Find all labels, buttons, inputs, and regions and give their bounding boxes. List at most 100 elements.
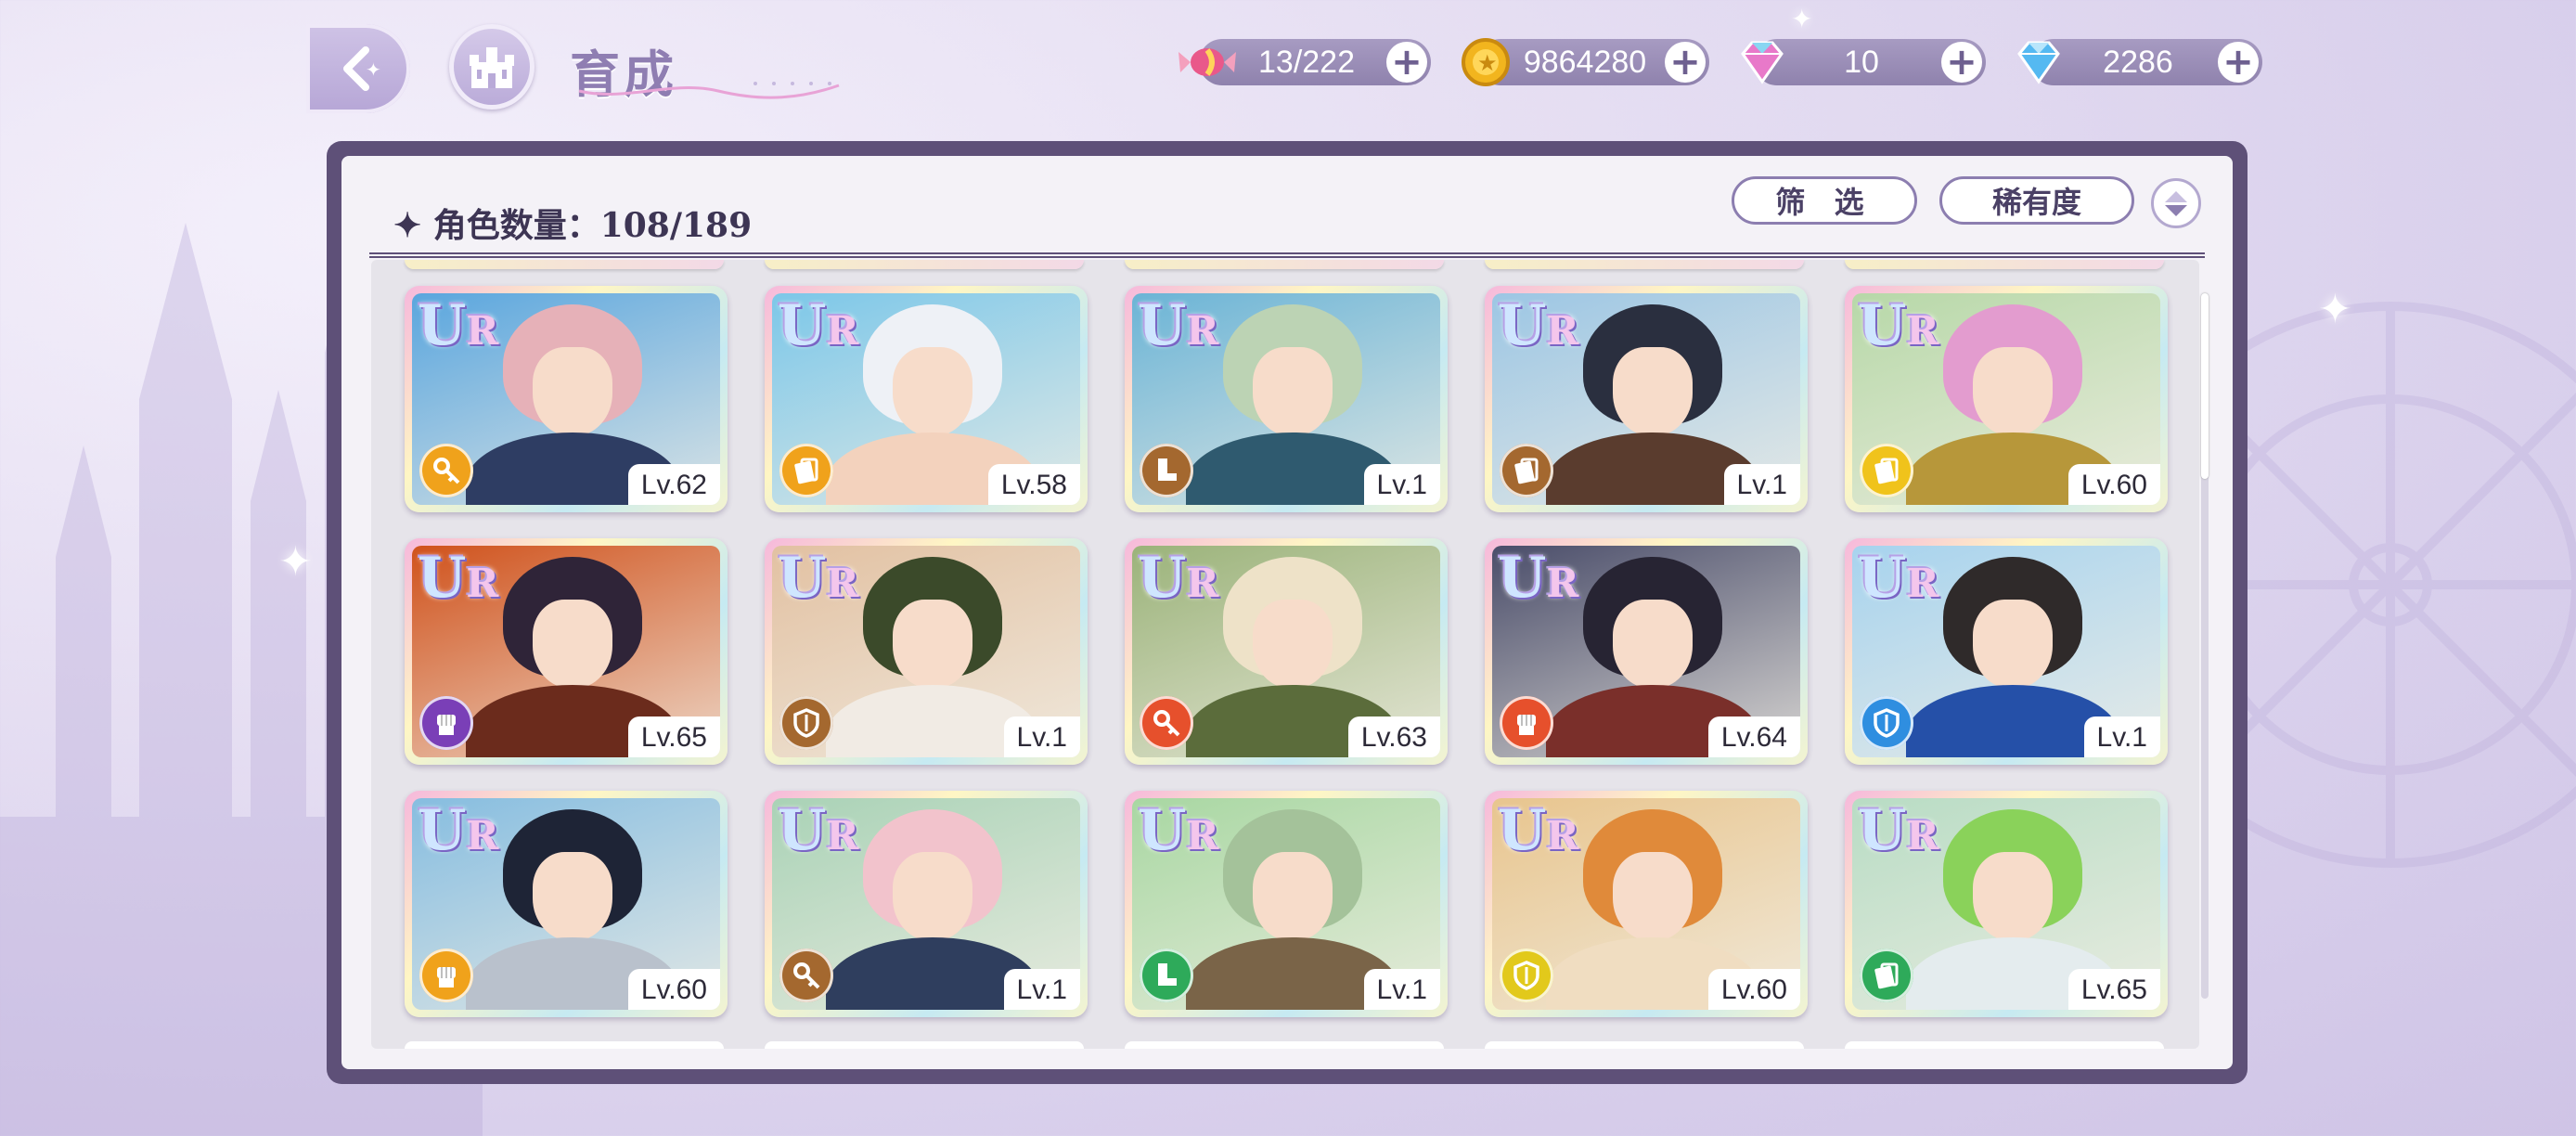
rarity-letter-r: R — [1186, 561, 1219, 606]
partial-card-below — [1485, 1041, 1804, 1049]
rarity-sort-button[interactable]: 稀有度 — [1939, 176, 2134, 225]
character-card[interactable]: UR Lv.58 — [765, 286, 1088, 512]
currency-candy: 13/222 + — [1179, 39, 1431, 85]
rarity-letter-r: R — [1906, 813, 1939, 858]
level-label: Lv.64 — [1707, 716, 1800, 757]
candy-icon — [1179, 48, 1236, 76]
grid-scrollbar[interactable] — [2201, 293, 2209, 999]
portrait-face — [893, 852, 972, 941]
character-card[interactable]: UR Lv.65 — [1845, 791, 2168, 1017]
rarity-letter-r: R — [466, 308, 499, 354]
rarity-badge: UR — [1138, 798, 1218, 863]
level-label: Lv.62 — [627, 464, 720, 505]
character-portrait: UR Lv.1 — [1132, 293, 1440, 505]
character-portrait: UR Lv.65 — [412, 546, 720, 757]
rarity-letter-r: R — [1906, 561, 1939, 606]
rarity-letter-r: R — [1186, 813, 1219, 858]
rarity-letter-u: U — [418, 293, 467, 358]
home-button[interactable] — [449, 24, 535, 110]
portrait-face — [1253, 600, 1333, 689]
sparkle-decoration: ✦ — [278, 538, 313, 586]
character-card[interactable]: UR Lv.1 — [1485, 286, 1808, 512]
blue-gem-icon — [2017, 41, 2060, 84]
partial-card-above — [1125, 260, 1444, 269]
rarity-badge: UR — [1498, 546, 1578, 611]
back-button[interactable]: ✦ — [306, 24, 410, 113]
partial-card-below — [1845, 1041, 2164, 1049]
rarity-letter-r: R — [1186, 308, 1219, 354]
portrait-face — [533, 347, 612, 436]
character-card[interactable]: UR Lv.60 — [1845, 286, 2168, 512]
card-icon — [779, 444, 833, 497]
character-portrait: UR Lv.1 — [1132, 798, 1440, 1010]
rarity-letter-u: U — [1138, 293, 1187, 358]
character-card[interactable]: UR Lv.63 — [1125, 538, 1448, 765]
add-gold-button[interactable]: + — [1665, 42, 1706, 83]
character-card[interactable]: UR Lv.1 — [1125, 791, 1448, 1017]
level-label: Lv.1 — [1003, 969, 1080, 1010]
rarity-badge: UR — [1138, 546, 1218, 611]
shield-icon — [779, 696, 833, 750]
portrait-face — [893, 600, 972, 689]
character-portrait: UR Lv.62 — [412, 293, 720, 505]
character-card[interactable]: UR Lv.64 — [1485, 538, 1808, 765]
rarity-letter-u: U — [1138, 546, 1187, 611]
svg-text:★: ★ — [1477, 50, 1498, 76]
rarity-letter-u: U — [778, 798, 827, 863]
partial-card-above — [1845, 260, 2164, 269]
back-arrow-icon: ✦ — [343, 46, 381, 91]
portrait-face — [533, 852, 612, 941]
level-label: Lv.1 — [2083, 716, 2160, 757]
rarity-letter-u: U — [418, 798, 467, 863]
character-card[interactable]: UR Lv.1 — [765, 791, 1088, 1017]
character-card[interactable]: UR Lv.1 — [765, 538, 1088, 765]
currency-pink-gem: 10 + — [1741, 39, 1986, 85]
sort-order-toggle[interactable] — [2151, 178, 2201, 228]
add-candy-button[interactable]: + — [1386, 42, 1427, 83]
card-icon — [1860, 949, 1913, 1002]
rarity-letter-u: U — [1498, 546, 1547, 611]
character-card[interactable]: UR Lv.1 — [1125, 286, 1448, 512]
character-portrait: UR Lv.60 — [412, 798, 720, 1010]
level-label: Lv.63 — [1347, 716, 1440, 757]
rarity-letter-r: R — [1546, 308, 1579, 354]
character-portrait: UR Lv.1 — [1852, 546, 2160, 757]
rarity-letter-u: U — [1498, 798, 1547, 863]
partial-card-below — [765, 1041, 1084, 1049]
portrait-face — [533, 600, 612, 689]
add-blue-gem-button[interactable]: + — [2218, 42, 2259, 83]
character-portrait: UR Lv.58 — [772, 293, 1080, 505]
key-icon — [419, 444, 473, 497]
rarity-letter-r: R — [826, 308, 859, 354]
sparkle-decoration: ✦ — [2318, 286, 2352, 333]
portrait-face — [1613, 852, 1693, 941]
fist-icon — [1500, 696, 1553, 750]
rarity-letter-u: U — [418, 546, 467, 611]
character-card[interactable]: UR Lv.62 — [405, 286, 728, 512]
boot-icon — [1140, 444, 1193, 497]
fist-icon — [419, 949, 473, 1002]
add-pink-gem-button[interactable]: + — [1941, 42, 1982, 83]
character-card[interactable]: UR Lv.60 — [405, 791, 728, 1017]
character-grid[interactable]: UR Lv.62 UR Lv.58 UR Lv.1 UR Lv.1 UR Lv.60 UR Lv.65… — [371, 260, 2199, 1049]
character-card[interactable]: UR Lv.1 — [1845, 538, 2168, 765]
rarity-letter-r: R — [466, 561, 499, 606]
portrait-face — [893, 347, 972, 436]
filter-button[interactable]: 筛 选 — [1732, 176, 1917, 225]
rarity-letter-r: R — [1546, 813, 1579, 858]
portrait-face — [1613, 600, 1693, 689]
rarity-badge: UR — [1138, 293, 1218, 358]
scrollbar-thumb[interactable] — [2201, 293, 2209, 479]
rarity-badge: UR — [418, 293, 498, 358]
character-card[interactable]: UR Lv.60 — [1485, 791, 1808, 1017]
rarity-badge: UR — [1858, 546, 1938, 611]
character-card[interactable]: UR Lv.65 — [405, 538, 728, 765]
boot-icon — [1140, 949, 1193, 1002]
rarity-letter-u: U — [778, 293, 827, 358]
sort-arrows-icon — [2165, 191, 2187, 216]
rarity-badge: UR — [1498, 293, 1578, 358]
character-count: ✦ 角色数量：108/189 — [393, 206, 753, 245]
partial-card-above — [1485, 260, 1804, 269]
rarity-badge: UR — [1498, 798, 1578, 863]
character-portrait: UR Lv.64 — [1492, 546, 1800, 757]
